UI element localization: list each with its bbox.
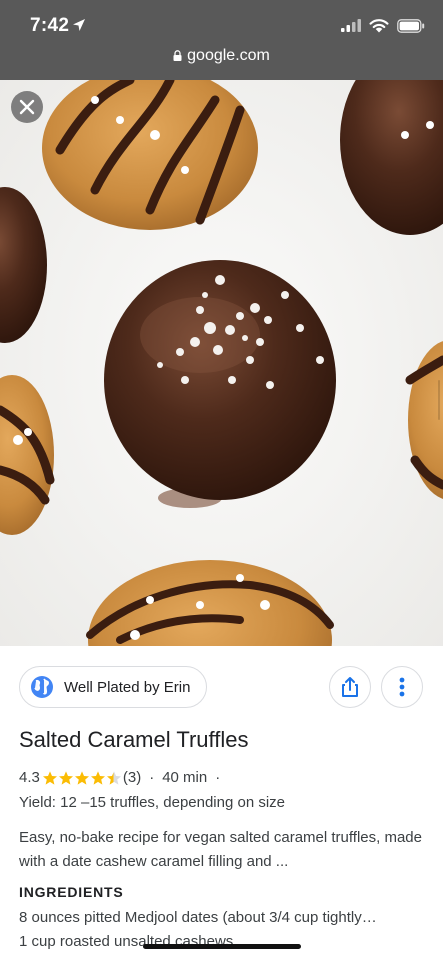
share-button[interactable] [329, 666, 371, 708]
location-arrow-icon [73, 19, 85, 31]
close-button[interactable] [11, 91, 43, 123]
share-icon [342, 677, 358, 697]
signal-icon [341, 19, 361, 32]
more-options-button[interactable] [381, 666, 423, 708]
cook-time: 40 min [162, 769, 208, 786]
star-icon [42, 770, 57, 785]
recipe-image[interactable] [0, 80, 443, 646]
url-text: google.com [187, 47, 270, 64]
ingredient-item: 8 ounces pitted Medjool dates (about 3/4… [19, 909, 377, 926]
address-bar[interactable]: google.com [0, 47, 443, 65]
system-icons [341, 18, 425, 33]
lock-icon [173, 50, 182, 61]
star-icon [58, 770, 73, 785]
review-count: (3) [122, 769, 142, 786]
wifi-icon [369, 19, 389, 33]
rating-stars [42, 770, 122, 786]
truffles-photo [0, 80, 443, 646]
recipe-yield: Yield: 12 –15 truffles, depending on siz… [19, 794, 286, 811]
source-name: Well Plated by Erin [64, 678, 191, 696]
more-vert-icon [399, 677, 405, 697]
recipe-description: Easy, no-bake recipe for vegan salted ca… [19, 829, 422, 870]
close-icon [19, 99, 35, 115]
ingredient-item: 1 cup roasted unsalted cashews [19, 933, 234, 950]
battery-icon [397, 18, 425, 33]
meta-separator: · [149, 769, 155, 786]
status-bar: 7:42 google.com [0, 0, 443, 80]
star-icon [74, 770, 89, 785]
home-indicator[interactable] [143, 944, 301, 949]
meta-separator: · [215, 769, 221, 786]
half-star-icon [106, 770, 121, 785]
status-time: 7:42 [30, 15, 70, 36]
rating-value: 4.3 [19, 769, 40, 786]
recipe-meta: 4.3 (3) · 40 min · [19, 769, 220, 786]
recipe-title: Salted Caramel Truffles [19, 727, 249, 752]
ingredients-heading: INGREDIENTS [19, 884, 124, 900]
image-edge [438, 380, 440, 420]
star-icon [90, 770, 105, 785]
source-chip[interactable]: Well Plated by Erin [19, 666, 208, 708]
globe-icon [31, 676, 53, 698]
